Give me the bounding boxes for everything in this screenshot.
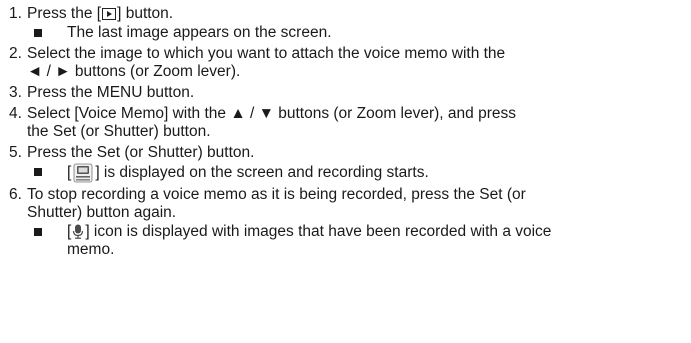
step-number: 3. [9,84,22,101]
step-5-text: Press the Set (or Shutter) button. [27,144,255,161]
step-6-note-text-line-1: ] icon is displayed with images that hav… [85,223,552,240]
step-4-line-1: Select [Voice Memo] with the ▲ / ▼ butto… [27,105,516,122]
step-1-note: The last image appears on the screen. [27,24,691,42]
step-6-line-2: Shutter) button again. [27,204,177,221]
square-bullet-icon [34,168,42,176]
step-2: 2. Select the image to which you want to… [0,45,691,81]
step-1-text-after: ] button. [117,5,174,22]
step-1-note-text: The last image appears on the screen. [67,24,332,41]
step-3-text: Press the MENU button. [27,84,195,101]
step-5: 5. Press the Set (or Shutter) button. []… [0,144,691,183]
step-6: 6. To stop recording a voice memo as it … [0,186,691,259]
step-1-text-before: Press the [ [27,5,102,22]
step-2-line-1: Select the image to which you want to at… [27,45,506,62]
playback-icon [102,8,117,20]
square-bullet-icon [34,228,42,236]
step-6-note-open: [ [67,223,72,240]
step-4: 4. Select [Voice Memo] with the ▲ / ▼ bu… [0,105,691,141]
square-bullet-icon [34,29,42,37]
step-6-note: [ ] icon is displayed with images that ha… [27,223,691,259]
step-5-note-open: [ [67,164,72,181]
step-3: 3. Press the MENU button. [0,84,691,102]
step-6-line-1: To stop recording a voice memo as it is … [27,186,526,203]
step-6-note-text-line-2: memo. [67,241,115,258]
step-number: 5. [9,144,22,161]
step-2-line-2: ◄ / ► buttons (or Zoom lever). [27,63,241,80]
step-5-note: [ ] is displayed on the screen and record… [27,163,691,183]
voice-recording-icon [73,163,93,183]
step-1-notes: The last image appears on the screen. [27,24,691,42]
step-4-line-2: the Set (or Shutter) button. [27,123,211,140]
microphone-icon [72,224,84,239]
voice-memo-steps: 1. Press the [ ] button. The last image a… [0,5,691,262]
step-number: 4. [9,105,22,122]
step-5-note-text: ] is displayed on the screen and recordi… [95,164,429,181]
step-6-notes: [ ] icon is displayed with images that ha… [27,223,691,259]
step-number: 1. [9,5,22,22]
step-5-notes: [ ] is displayed on the screen and record… [27,163,691,183]
manual-page: 1. Press the [ ] button. The last image a… [0,0,691,343]
step-number: 2. [9,45,22,62]
step-1: 1. Press the [ ] button. The last image a… [0,5,691,42]
step-number: 6. [9,186,22,203]
